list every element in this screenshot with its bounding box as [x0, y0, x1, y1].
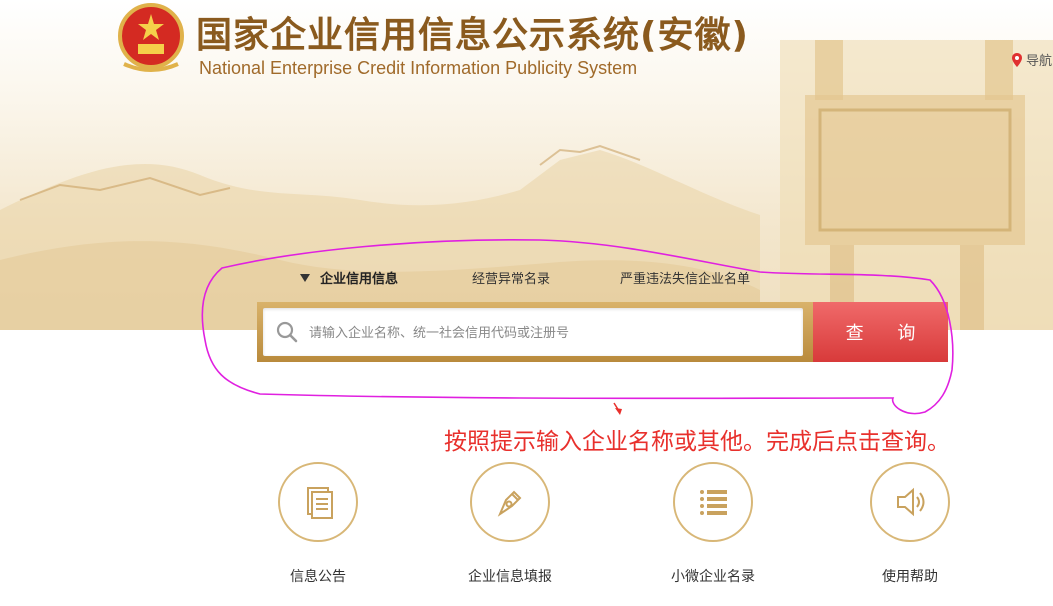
quick-link-circle: [470, 462, 550, 542]
quick-link-label: 企业信息填报: [468, 569, 552, 585]
quick-link-circle: [870, 462, 950, 542]
quick-link-info-report[interactable]: 企业信息填报: [430, 462, 590, 592]
list-icon: [700, 490, 727, 515]
national-emblem-logo: [118, 3, 184, 72]
quick-link-announcement[interactable]: 信息公告: [238, 462, 398, 592]
quick-link-label: 信息公告: [290, 569, 346, 585]
annotation-text: 按照提示输入企业名称或其他。完成后点击查询。: [444, 429, 950, 455]
quick-link-small-enterprise[interactable]: 小微企业名录: [633, 462, 793, 592]
tab-abnormal-list[interactable]: 经营异常名录: [472, 268, 550, 287]
quick-link-label: 使用帮助: [882, 569, 938, 585]
search-button[interactable]: 查 询: [813, 302, 948, 362]
quick-link-circle: [673, 462, 753, 542]
search-tabs: 企业信用信息 经营异常名录 严重违法失信企业名单: [300, 268, 820, 290]
nav-link[interactable]: 导航: [1012, 50, 1052, 69]
quick-link-circle: [278, 462, 358, 542]
annotation-arrow: [613, 402, 622, 415]
tab-enterprise-credit[interactable]: 企业信用信息: [300, 268, 398, 287]
pen-nib-icon: [497, 490, 522, 517]
tab-blacklist[interactable]: 严重违法失信企业名单: [620, 268, 750, 287]
quick-link-label: 小微企业名录: [671, 569, 755, 585]
search-icon: [276, 321, 298, 343]
search-input[interactable]: [307, 318, 791, 348]
search-box: [263, 308, 803, 356]
document-icon: [307, 487, 333, 519]
nav-link-label: 导航: [1026, 54, 1053, 69]
site-title: 国家企业信用信息公示系统(安徽): [196, 15, 749, 56]
quick-link-help[interactable]: 使用帮助: [830, 462, 990, 592]
speaker-icon: [897, 487, 925, 517]
site-subtitle: National Enterprise Credit Information P…: [199, 58, 638, 78]
location-pin-icon: [1012, 52, 1022, 67]
triangle-down-icon: [300, 274, 310, 282]
